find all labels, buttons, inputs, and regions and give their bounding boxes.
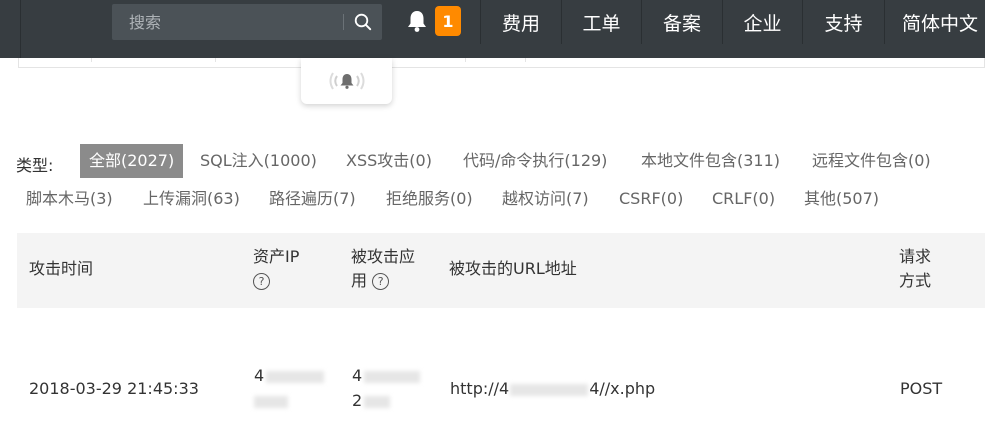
content-panel-edge <box>18 58 985 68</box>
notification-button[interactable] <box>404 6 430 36</box>
filter-chip-path-traversal[interactable]: 路径遍历(7) <box>269 182 356 216</box>
nav-item-filing[interactable]: 备案 <box>641 0 722 44</box>
filter-chip-privilege[interactable]: 越权访问(7) <box>502 182 589 216</box>
cell-asset-ip-prefix: 4 <box>254 366 265 385</box>
column-header-asset-ip: 资产IP ? <box>253 245 299 293</box>
search-box <box>112 4 382 40</box>
cell-attacked-app: 4 2 <box>352 366 421 410</box>
panel-tick <box>215 58 216 62</box>
floating-notification-widget[interactable] <box>301 58 392 104</box>
cell-app-prefix-line2: 2 <box>352 391 363 410</box>
table-header: 攻击时间 资产IP ? 被攻击应 用 ? 被攻击的URL地址 请求 方式 <box>17 233 985 308</box>
column-header-asset-ip-label: 资产IP <box>253 247 300 266</box>
cell-url-suffix: 4//x.php <box>589 379 656 398</box>
column-header-app: 被攻击应 用 ? <box>351 245 415 293</box>
cell-asset-ip: 4 <box>254 366 325 410</box>
help-icon[interactable]: ? <box>253 273 270 290</box>
filter-chip-dos[interactable]: 拒绝服务(0) <box>386 182 473 216</box>
column-header-app-label-line1: 被攻击应 <box>351 247 416 266</box>
cell-app-prefix-line1: 4 <box>352 366 363 385</box>
filter-chip-other[interactable]: 其他(507) <box>804 182 879 216</box>
cell-request-method: POST <box>900 379 943 398</box>
nav-item-enterprise[interactable]: 企业 <box>722 0 802 44</box>
filter-chip-lfi[interactable]: 本地文件包含(311) <box>641 144 780 178</box>
notification-count-badge[interactable]: 1 <box>435 6 461 36</box>
filter-chip-rfi[interactable]: 远程文件包含(0) <box>812 144 931 178</box>
cell-attack-time: 2018-03-29 21:45:33 <box>29 379 199 398</box>
column-header-app-label-line2: 用 <box>351 271 368 290</box>
redacted-mask <box>254 395 288 408</box>
bell-icon <box>408 11 426 32</box>
filter-chip-all[interactable]: 全部(2027) <box>80 144 184 178</box>
filter-chip-crlf[interactable]: CRLF(0) <box>712 182 775 216</box>
filter-chip-xss[interactable]: XSS攻击(0) <box>346 144 432 178</box>
column-header-method-line1: 请求 <box>899 247 932 266</box>
search-button[interactable] <box>344 4 382 40</box>
filter-chip-upload[interactable]: 上传漏洞(63) <box>143 182 240 216</box>
redacted-mask <box>364 395 391 408</box>
topbar-divider <box>20 0 21 58</box>
cell-url-prefix: http://4 <box>450 379 510 398</box>
help-icon[interactable]: ? <box>372 273 390 290</box>
top-nav-bar: 1 费用 工单 备案 企业 支持 简体中文 <box>0 0 985 58</box>
redacted-mask <box>266 370 325 383</box>
panel-tick <box>525 58 526 62</box>
main-nav: 费用 工单 备案 企业 支持 简体中文 <box>480 0 985 44</box>
redacted-mask <box>364 370 421 383</box>
nav-item-language[interactable]: 简体中文 <box>884 0 985 44</box>
column-header-method-line2: 方式 <box>899 271 932 290</box>
nav-item-billing[interactable]: 费用 <box>480 0 561 44</box>
nav-item-support[interactable]: 支持 <box>802 0 884 44</box>
filter-chip-webshell[interactable]: 脚本木马(3) <box>26 182 113 216</box>
filter-chip-csrf[interactable]: CSRF(0) <box>619 182 683 216</box>
filter-chip-code-exec[interactable]: 代码/命令执行(129) <box>463 144 607 178</box>
search-input[interactable] <box>112 4 344 40</box>
redacted-mask <box>510 383 589 396</box>
nav-item-tickets[interactable]: 工单 <box>561 0 641 44</box>
column-header-url: 被攻击的URL地址 <box>449 259 577 278</box>
panel-tick <box>91 58 92 62</box>
cell-attacked-url: http://4 4//x.php <box>450 379 655 398</box>
filter-type-label: 类型: <box>16 156 54 175</box>
filter-chip-sql-injection[interactable]: SQL注入(1000) <box>200 144 317 178</box>
column-header-time[interactable]: 攻击时间 <box>29 257 93 281</box>
panel-tick <box>465 58 466 62</box>
search-icon <box>354 13 372 31</box>
ringing-bell-icon <box>329 72 364 90</box>
column-header-method: 请求 方式 <box>899 245 931 293</box>
